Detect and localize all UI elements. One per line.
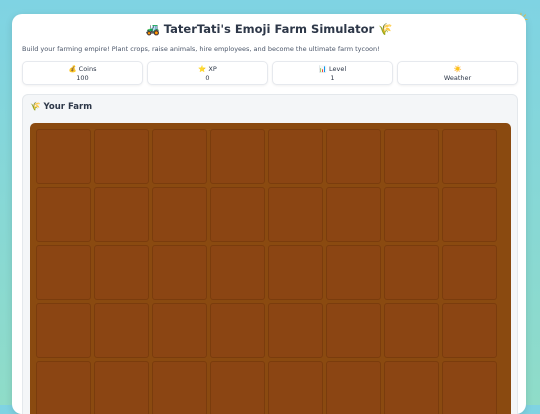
farm-plot[interactable] <box>152 129 207 184</box>
page-subtitle: Build your farming empire! Plant crops, … <box>22 45 380 53</box>
farm-plot[interactable] <box>36 129 91 184</box>
page-title: 🚜 TaterTati's Emoji Farm Simulator 🌾 <box>145 22 393 36</box>
stats-bar: 💰 Coins 100 ⭐ XP 0 📊 Level 1 ☀️ Weather <box>22 61 518 85</box>
farm-plot[interactable] <box>326 361 381 414</box>
farm-plot[interactable] <box>384 187 439 242</box>
farm-plot[interactable] <box>326 187 381 242</box>
farm-plot[interactable] <box>268 245 323 300</box>
farm-plot[interactable] <box>384 129 439 184</box>
farm-plot[interactable] <box>152 303 207 358</box>
farm-plot[interactable] <box>94 303 149 358</box>
farm-plot[interactable] <box>210 187 265 242</box>
farm-plot[interactable] <box>442 129 497 184</box>
farm-plot[interactable] <box>210 303 265 358</box>
stat-coins-label: 💰 Coins <box>68 65 97 73</box>
farm-plot[interactable] <box>326 129 381 184</box>
farm-plot[interactable] <box>94 361 149 414</box>
stat-level: 📊 Level 1 <box>272 61 393 85</box>
farm-plot[interactable] <box>268 129 323 184</box>
farm-field <box>30 123 511 414</box>
farm-plot[interactable] <box>94 245 149 300</box>
farm-plot[interactable] <box>384 361 439 414</box>
farm-plot[interactable] <box>384 303 439 358</box>
stat-coins: 💰 Coins 100 <box>22 61 143 85</box>
stat-weather: ☀️ Weather <box>397 61 518 85</box>
stat-level-value: 1 <box>330 74 335 82</box>
farm-plot[interactable] <box>36 187 91 242</box>
app-window: 🚜 TaterTati's Emoji Farm Simulator 🌾 Bui… <box>12 14 526 414</box>
farm-plot[interactable] <box>152 245 207 300</box>
stat-weather-value: Weather <box>443 74 472 82</box>
stat-xp: ⭐ XP 0 <box>147 61 268 85</box>
farm-plot[interactable] <box>268 303 323 358</box>
farm-plot[interactable] <box>326 303 381 358</box>
farm-plot[interactable] <box>442 361 497 414</box>
stat-xp-label: ⭐ XP <box>198 65 217 73</box>
farm-plot[interactable] <box>442 245 497 300</box>
weather-icon: ☀️ <box>453 65 462 73</box>
farm-plot[interactable] <box>36 303 91 358</box>
farm-plot[interactable] <box>268 361 323 414</box>
farm-plot[interactable] <box>94 129 149 184</box>
stat-level-label: 📊 Level <box>318 65 347 73</box>
farm-plot[interactable] <box>152 361 207 414</box>
farm-plot[interactable] <box>442 303 497 358</box>
farm-plot[interactable] <box>210 361 265 414</box>
farm-plot[interactable] <box>36 361 91 414</box>
stat-coins-value: 100 <box>76 74 89 82</box>
farm-plot[interactable] <box>268 187 323 242</box>
farm-plot[interactable] <box>36 245 91 300</box>
stat-xp-value: 0 <box>205 74 210 82</box>
farm-plot[interactable] <box>94 187 149 242</box>
farm-plot[interactable] <box>210 245 265 300</box>
farm-plot[interactable] <box>210 129 265 184</box>
farm-plot[interactable] <box>442 187 497 242</box>
farm-plot[interactable] <box>326 245 381 300</box>
farm-plot[interactable] <box>152 187 207 242</box>
farm-heading: 🌾 Your Farm <box>30 102 93 112</box>
farm-plot[interactable] <box>384 245 439 300</box>
farm-panel: 🌾 Your Farm <box>22 94 518 414</box>
